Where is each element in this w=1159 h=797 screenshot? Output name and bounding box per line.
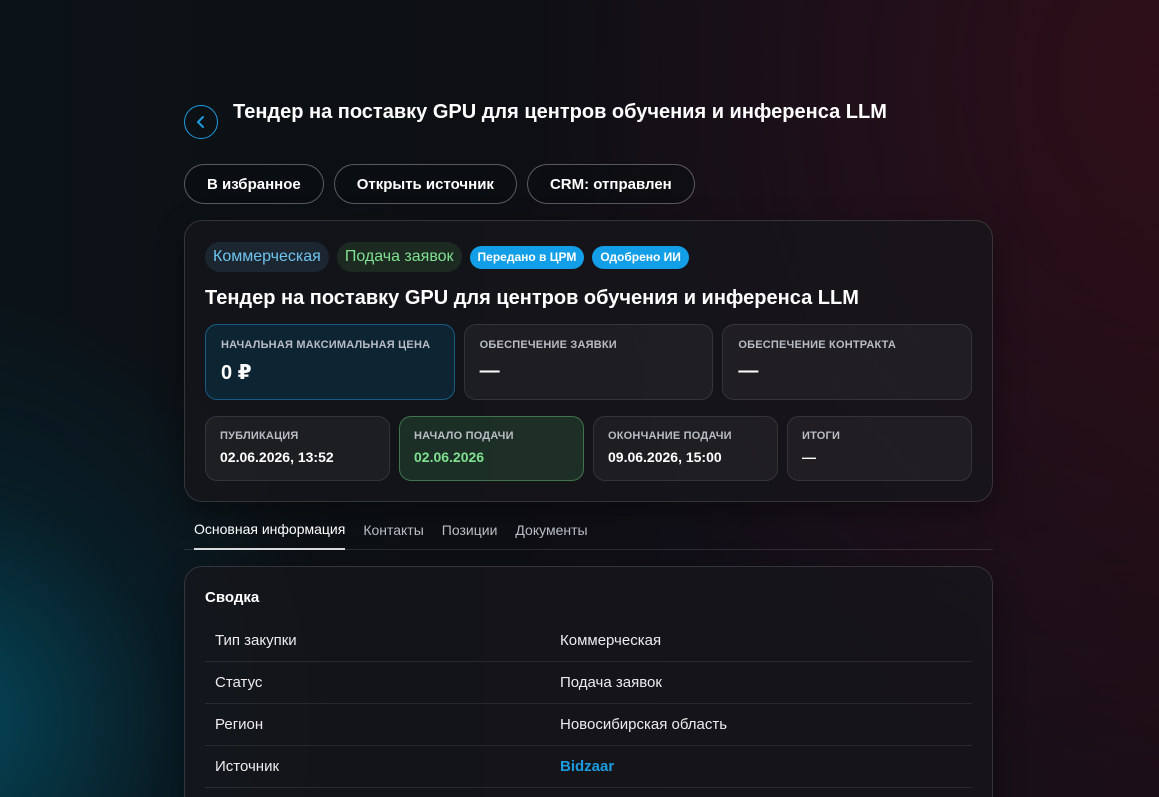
crm-status-button[interactable]: CRM: отправлен (526, 164, 695, 204)
page-title: Тендер на поставку GPU для центров обуче… (233, 101, 887, 123)
summary-row-type: Тип закупки Коммерческая (205, 620, 972, 662)
source-link[interactable]: Bidzaar (560, 758, 614, 775)
row-value: Коммерческая (560, 632, 662, 649)
open-source-button[interactable]: Открыть источник (333, 164, 517, 204)
summary-title: Сводка (205, 589, 260, 606)
tab-documents[interactable]: Документы (515, 510, 587, 550)
stat-bid-security: ОБЕСПЕЧЕНИЕ ЗАЯВКИ — (463, 324, 714, 400)
date-submission-start: НАЧАЛО ПОДАЧИ 02.06.2026 (399, 416, 584, 481)
stat-label: ОБЕСПЕЧЕНИЕ КОНТРАКТА (738, 339, 897, 351)
date-label: ПУБЛИКАЦИЯ (220, 430, 299, 442)
row-label: Тип закупки (215, 632, 297, 649)
crm-badge: Передано в ЦРМ (469, 245, 585, 269)
tab-contacts[interactable]: Контакты (363, 510, 423, 550)
row-value: Подача заявок (560, 674, 662, 691)
date-publication: ПУБЛИКАЦИЯ 02.06.2026, 13:52 (205, 416, 390, 481)
stat-value: — (479, 360, 500, 382)
tab-main-info[interactable]: Основная информация (194, 510, 346, 550)
date-value: 02.06.2026, 13:52 (220, 449, 334, 465)
date-label: ОКОНЧАНИЕ ПОДАЧИ (608, 430, 732, 442)
date-submission-end: ОКОНЧАНИЕ ПОДАЧИ 09.06.2026, 15:00 (593, 416, 778, 481)
summary-row-region: Регион Новосибирская область (205, 704, 972, 746)
stat-value: — (738, 360, 759, 382)
stat-value: 0 ₽ (221, 362, 252, 384)
date-label: ИТОГИ (802, 430, 841, 442)
date-value: 02.06.2026 (414, 449, 485, 465)
row-label: Регион (215, 716, 264, 733)
date-results: ИТОГИ — (787, 416, 972, 481)
tender-card: Коммерческая Подача заявок Передано в ЦР… (184, 220, 993, 502)
page-header: Тендер на поставку GPU для центров обуче… (184, 100, 887, 139)
tag-list: Коммерческая Подача заявок Передано в ЦР… (205, 242, 972, 272)
date-value: — (802, 449, 816, 465)
action-bar: В избранное Открыть источник CRM: отправ… (184, 164, 695, 204)
dates-row: ПУБЛИКАЦИЯ 02.06.2026, 13:52 НАЧАЛО ПОДА… (205, 416, 972, 481)
tender-title: Тендер на поставку GPU для центров обуче… (205, 287, 859, 309)
status-tag: Подача заявок (336, 242, 462, 272)
tab-bar: Основная информация Контакты Позиции Док… (184, 510, 993, 550)
summary-row-status: Статус Подача заявок (205, 662, 972, 704)
back-button[interactable] (184, 105, 218, 139)
stat-label: НАЧАЛЬНАЯ МАКСИМАЛЬНАЯ ЦЕНА (221, 339, 431, 351)
stat-max-price: НАЧАЛЬНАЯ МАКСИМАЛЬНАЯ ЦЕНА 0 ₽ (205, 324, 455, 400)
summary-card: Сводка Тип закупки Коммерческая Статус П… (184, 566, 993, 797)
favorite-button[interactable]: В избранное (184, 164, 324, 204)
ai-approved-badge: Одобрено ИИ (592, 245, 689, 269)
row-label: Статус (215, 674, 263, 691)
stat-label: ОБЕСПЕЧЕНИЕ ЗАЯВКИ (479, 339, 617, 351)
chevron-left-icon (197, 116, 204, 128)
date-value: 09.06.2026, 15:00 (608, 449, 722, 465)
row-value: Новосибирская область (560, 716, 728, 733)
stat-contract-security: ОБЕСПЕЧЕНИЕ КОНТРАКТА — (722, 324, 973, 400)
date-label: НАЧАЛО ПОДАЧИ (414, 430, 514, 442)
summary-rows: Тип закупки Коммерческая Статус Подача з… (205, 620, 972, 788)
tab-positions[interactable]: Позиции (442, 510, 498, 550)
row-label: Источник (215, 758, 280, 775)
type-tag: Коммерческая (205, 242, 329, 272)
summary-row-source: Источник Bidzaar (205, 746, 972, 788)
stats-row: НАЧАЛЬНАЯ МАКСИМАЛЬНАЯ ЦЕНА 0 ₽ ОБЕСПЕЧЕ… (205, 324, 973, 400)
